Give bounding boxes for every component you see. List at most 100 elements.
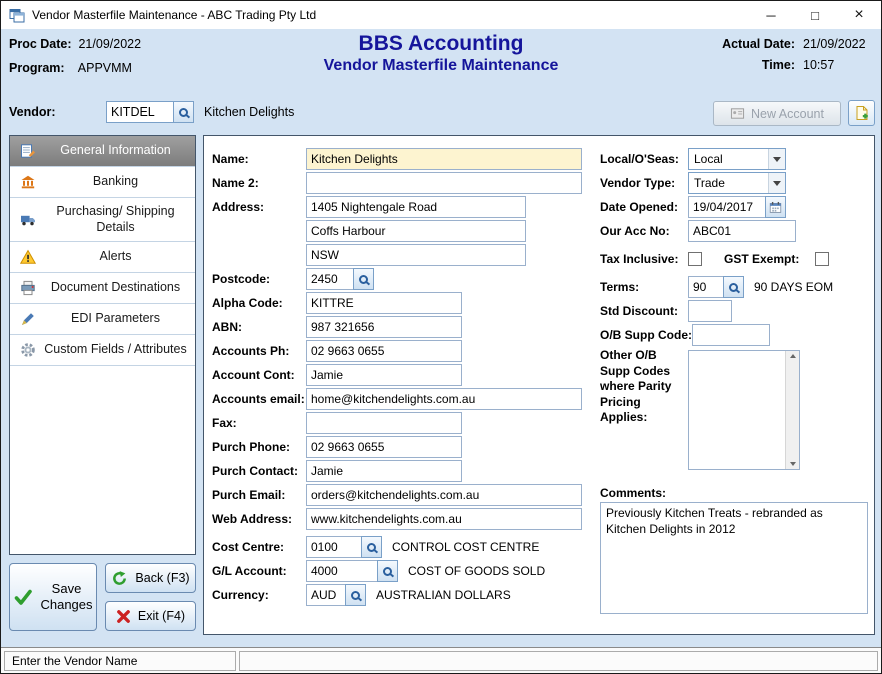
vendor-type-select[interactable]: Trade <box>688 172 786 194</box>
currency-input[interactable] <box>306 584 346 606</box>
save-changes-button[interactable]: Save Changes <box>9 563 97 631</box>
sidebar-item-purchasing-shipping[interactable]: Purchasing/ Shipping Details <box>10 198 195 242</box>
exit-button[interactable]: Exit (F4) <box>105 601 196 631</box>
close-button[interactable]: × <box>837 1 881 29</box>
calendar-icon <box>769 201 782 214</box>
purch-email-input[interactable] <box>306 484 582 506</box>
local-oseas-select[interactable]: Local <box>688 148 786 170</box>
proc-date-row: Proc Date: 21/09/2022 <box>9 37 141 51</box>
accounts-email-row: Accounts email: <box>212 388 582 410</box>
sidebar-item-general-information[interactable]: General Information <box>10 136 195 167</box>
scroll-down-icon[interactable] <box>790 462 796 466</box>
check-icon <box>13 587 33 607</box>
alpha-code-label: Alpha Code: <box>212 296 306 310</box>
other-ob-supp-listbox[interactable] <box>688 350 800 470</box>
postcode-row: Postcode: <box>212 268 374 290</box>
other-ob-supp-label: Other O/B Supp Codes where Parity Pricin… <box>600 348 688 426</box>
name-input[interactable] <box>306 148 582 170</box>
scroll-up-icon[interactable] <box>790 354 796 358</box>
fax-input[interactable] <box>306 412 462 434</box>
cost-centre-input[interactable] <box>306 536 362 558</box>
cost-centre-row: Cost Centre: CONTROL COST CENTRE <box>212 536 539 558</box>
vendor-type-value: Trade <box>694 176 725 190</box>
time-label: Time: <box>722 58 795 72</box>
gl-account-description: COST OF GOODS SOLD <box>408 564 545 578</box>
name2-input[interactable] <box>306 172 582 194</box>
cost-centre-lookup-button[interactable] <box>361 536 382 558</box>
program-label: Program: <box>9 61 75 75</box>
chevron-down-icon <box>768 149 785 169</box>
warning-triangle-icon <box>16 249 40 265</box>
tax-inclusive-checkbox[interactable] <box>688 252 702 266</box>
address-line1-input[interactable] <box>306 196 526 218</box>
tax-gst-row: Tax Inclusive: GST Exempt: <box>600 248 829 270</box>
web-address-row: Web Address: <box>212 508 582 530</box>
std-discount-input[interactable] <box>688 300 732 322</box>
std-discount-label: Std Discount: <box>600 304 688 318</box>
save-changes-label: Save Changes <box>40 581 94 614</box>
name-row: Name: <box>212 148 582 170</box>
purch-contact-input[interactable] <box>306 460 462 482</box>
comments-textarea[interactable]: Previously Kitchen Treats - rebranded as… <box>600 502 868 614</box>
accounts-ph-input[interactable] <box>306 340 462 362</box>
address-line3-input[interactable] <box>306 244 526 266</box>
local-oseas-row: Local/O'Seas: Local <box>600 148 786 170</box>
sidebar-item-banking[interactable]: Banking <box>10 167 195 198</box>
back-button[interactable]: Back (F3) <box>105 563 196 593</box>
abn-input[interactable] <box>306 316 462 338</box>
purch-email-label: Purch Email: <box>212 488 306 502</box>
name2-label: Name 2: <box>212 176 306 190</box>
listbox-scrollbar[interactable] <box>785 351 799 469</box>
new-account-button[interactable]: New Account <box>713 101 841 126</box>
ob-supp-code-input[interactable] <box>692 324 770 346</box>
date-opened-input[interactable] <box>688 196 766 218</box>
gst-exempt-checkbox[interactable] <box>815 252 829 266</box>
postcode-lookup-button[interactable] <box>353 268 374 290</box>
local-oseas-label: Local/O'Seas: <box>600 152 688 166</box>
maximize-button[interactable]: □ <box>793 1 837 29</box>
address3-row <box>212 244 526 266</box>
cost-centre-label: Cost Centre: <box>212 540 306 554</box>
alpha-code-row: Alpha Code: <box>212 292 462 314</box>
new-record-button[interactable] <box>848 100 875 126</box>
currency-description: AUSTRALIAN DOLLARS <box>376 588 511 602</box>
account-cont-input[interactable] <box>306 364 462 386</box>
vendor-lookup-button[interactable] <box>173 101 194 123</box>
vendor-type-label: Vendor Type: <box>600 176 688 190</box>
address-line2-input[interactable] <box>306 220 526 242</box>
printer-icon <box>16 280 40 296</box>
sidebar-item-label: Document Destinations <box>40 280 191 296</box>
truck-icon <box>16 212 40 228</box>
app-icon <box>9 7 25 23</box>
search-icon <box>179 108 188 117</box>
currency-lookup-button[interactable] <box>345 584 366 606</box>
vendor-code-input[interactable] <box>106 101 174 123</box>
accounts-email-label: Accounts email: <box>212 392 306 406</box>
terms-input[interactable] <box>688 276 724 298</box>
postcode-input[interactable] <box>306 268 354 290</box>
sidebar-item-alerts[interactable]: Alerts <box>10 242 195 273</box>
new-account-card-icon <box>730 106 745 121</box>
date-picker-button[interactable] <box>765 196 786 218</box>
account-cont-row: Account Cont: <box>212 364 462 386</box>
sidebar-item-custom-fields[interactable]: Custom Fields / Attributes <box>10 335 195 366</box>
accounts-email-input[interactable] <box>306 388 582 410</box>
gear-icon <box>16 342 40 358</box>
sidebar-item-document-destinations[interactable]: Document Destinations <box>10 273 195 304</box>
sidebar-item-edi-parameters[interactable]: EDI Parameters <box>10 304 195 335</box>
pen-icon <box>16 311 40 327</box>
minimize-button[interactable]: ─ <box>749 1 793 29</box>
terms-label: Terms: <box>600 280 688 294</box>
proc-date-label: Proc Date: <box>9 37 75 51</box>
terms-lookup-button[interactable] <box>723 276 744 298</box>
new-page-icon <box>854 105 870 121</box>
our-acc-no-input[interactable] <box>688 220 796 242</box>
alpha-code-input[interactable] <box>306 292 462 314</box>
purch-phone-input[interactable] <box>306 436 462 458</box>
abn-label: ABN: <box>212 320 306 334</box>
gl-account-lookup-button[interactable] <box>377 560 398 582</box>
search-icon <box>729 283 738 292</box>
web-address-input[interactable] <box>306 508 582 530</box>
gl-account-input[interactable] <box>306 560 378 582</box>
actual-date-value: 21/09/2022 <box>803 37 873 51</box>
